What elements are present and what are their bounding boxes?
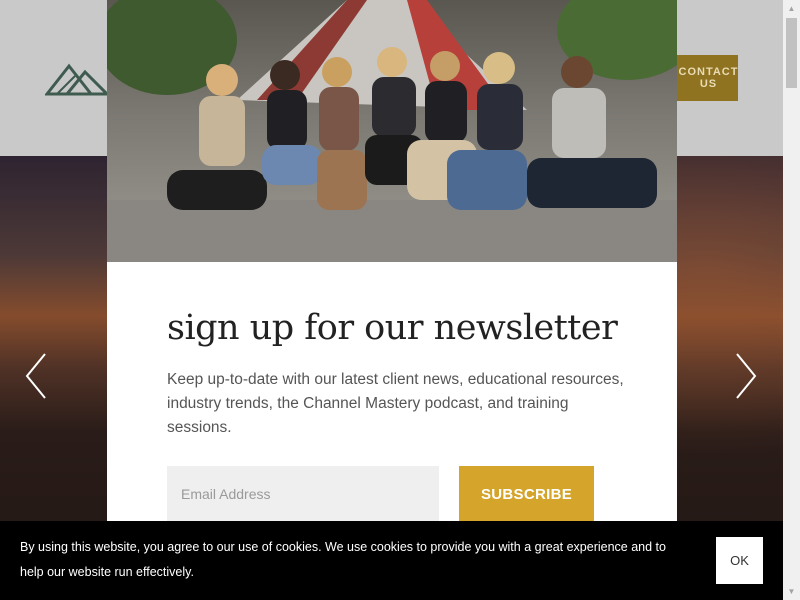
cookie-message: By using this website, you agree to our … [20, 540, 666, 579]
slider-prev-arrow-icon[interactable] [24, 350, 48, 402]
team-photo-illustration [107, 0, 677, 262]
contact-us-button[interactable]: CONTACT US [675, 55, 738, 101]
slider-next-arrow-icon[interactable] [734, 350, 758, 402]
team-photo [107, 0, 677, 262]
cookie-ok-button[interactable]: OK [716, 537, 763, 584]
subscribe-button[interactable]: SUBSCRIBE [459, 466, 594, 522]
vertical-scrollbar[interactable]: ▲ ▼ [783, 0, 800, 600]
mountain-logo-icon[interactable] [45, 60, 109, 96]
modal-headline: sign up for our newsletter [167, 308, 618, 348]
scroll-down-arrow-icon[interactable]: ▼ [783, 583, 800, 600]
scrollbar-thumb[interactable] [786, 18, 797, 88]
email-input[interactable] [167, 466, 439, 522]
scroll-up-arrow-icon[interactable]: ▲ [783, 0, 800, 17]
modal-description: Keep up-to-date with our latest client n… [167, 371, 624, 436]
cookie-consent-bar: By using this website, you agree to our … [0, 521, 783, 600]
newsletter-modal: sign up for our newsletter Keep up-to-da… [107, 0, 677, 540]
